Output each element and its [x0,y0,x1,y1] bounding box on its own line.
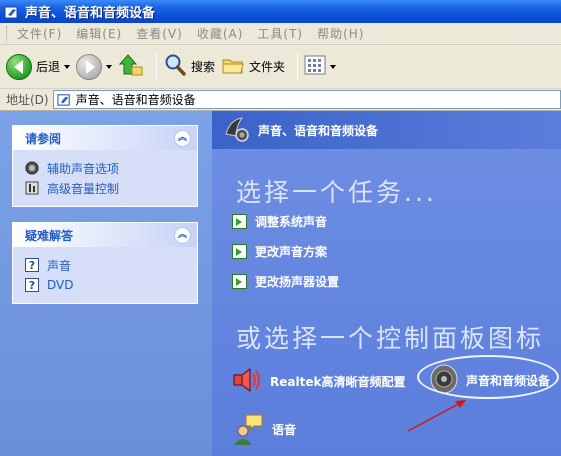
address-bar: 地址(D) 声音、语音和音频设备 [0,89,561,111]
link-accessibility-sounds[interactable]: 辅助声音选项 [25,158,187,178]
forward-dropdown-icon[interactable] [106,64,113,69]
up-button[interactable] [118,52,144,81]
menu-tools[interactable]: 工具(T) [257,25,303,42]
sound-folder-icon [57,92,72,107]
menu-help[interactable]: 帮助(H) [317,25,364,42]
sound-folder-icon [4,4,20,20]
speaker-icon [25,161,39,175]
troubleshoot-panel: 疑难解答 ︽ ? 声音 ? DVD [12,222,198,304]
svg-text:?: ? [29,259,35,272]
svg-text:?: ? [29,279,35,292]
troubleshoot-header[interactable]: 疑难解答 ︽ [13,223,197,247]
menu-favorites[interactable]: 收藏(A) [197,25,244,42]
search-icon [163,53,187,80]
link-label: 高级音量控制 [47,181,120,196]
menu-file[interactable]: 文件(F) [17,25,62,42]
search-button[interactable]: 搜索 [163,53,215,80]
volume-control-icon [25,181,39,195]
back-button[interactable]: 后退 [6,53,71,80]
back-arrow-icon [6,53,32,80]
forward-arrow-icon [76,53,103,80]
link-dvd-help[interactable]: ? DVD [25,275,187,295]
collapse-chevron-icon[interactable]: ︽ [174,226,191,244]
help-icon: ? [25,278,39,292]
address-value: 声音、语音和音频设备 [75,93,196,107]
folder-icon [221,53,245,80]
address-label: 地址(D) [6,93,49,107]
link-label: DVD [47,278,74,292]
link-label: 声音 [47,258,72,273]
help-icon: ? [25,258,39,272]
title-bar: 声音、语音和音频设备 [0,0,561,23]
back-label: 后退 [36,60,61,74]
see-also-title: 请参阅 [25,131,62,146]
see-also-header[interactable]: 请参阅 ︽ [13,126,197,150]
toolbar: 后退 搜索 文件夹 [0,45,561,89]
search-label: 搜索 [191,60,216,74]
menu-view[interactable]: 查看(V) [136,25,183,42]
link-sound-help[interactable]: ? 声音 [25,255,187,275]
menu-edit[interactable]: 编辑(E) [76,25,122,42]
window-title: 声音、语音和音频设备 [25,6,156,21]
link-advanced-volume[interactable]: 高级音量控制 [25,178,187,198]
back-dropdown-icon[interactable] [64,64,71,69]
troubleshoot-body: ? 声音 ? DVD [13,247,197,303]
folders-button[interactable]: 文件夹 [221,53,285,80]
see-also-body: 辅助声音选项 高级音量控制 [13,150,197,206]
views-dropdown-icon[interactable] [330,64,337,69]
menu-grip [6,25,9,42]
troubleshoot-title: 疑难解答 [25,228,74,243]
link-label: 辅助声音选项 [47,161,120,176]
menu-bar: 文件(F) 编辑(E) 查看(V) 收藏(A) 工具(T) 帮助(H) [0,23,561,45]
task-pane: 请参阅 ︽ 辅助声音选项 高级音量控制 疑难解答 ︽ ? 声音 ? DVD [0,111,212,456]
content-pane: 声音、语音和音频设备 选择一个任务... 调整系统声音 更改声音方案 更改扬声器… [212,111,561,456]
collapse-chevron-icon[interactable]: ︽ [174,129,191,147]
annotation-arrow-icon [407,400,466,432]
views-button[interactable] [304,54,337,79]
cp-item-label: 语音 [272,423,297,437]
see-also-panel: 请参阅 ︽ 辅助声音选项 高级音量控制 [12,125,198,207]
forward-button[interactable] [76,53,113,80]
toolbar-separator [156,52,158,81]
toolbar-separator [297,52,299,81]
folders-label: 文件夹 [249,60,286,74]
speech-person-icon [232,411,266,448]
address-input[interactable]: 声音、语音和音频设备 [52,90,561,109]
up-folder-icon [118,52,144,81]
views-grid-icon [304,54,326,79]
speech-item[interactable]: 语音 [232,411,296,448]
